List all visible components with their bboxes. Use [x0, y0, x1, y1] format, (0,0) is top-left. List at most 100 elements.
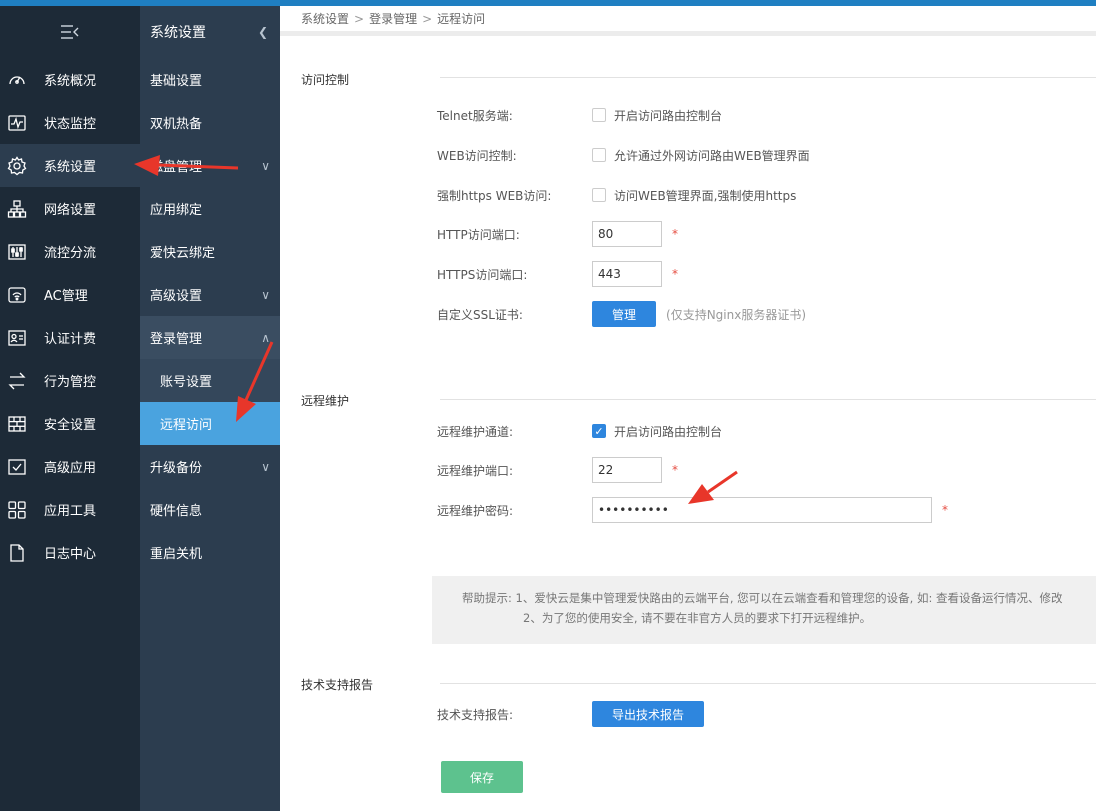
swap-arrows-icon	[6, 370, 28, 392]
force-https-label: 强制https WEB访问:	[437, 188, 552, 203]
telnet-checkbox-text: 开启访问路由控制台	[614, 108, 723, 123]
submenu-sub-remote-access[interactable]: 远程访问	[140, 402, 280, 445]
submenu-item-app-binding[interactable]: 应用绑定	[140, 187, 280, 230]
breadcrumb-item[interactable]: 系统设置	[301, 10, 349, 27]
row-remote-channel: 远程维护通道: ✓ 开启访问路由控制台	[437, 417, 722, 445]
force-https-checkbox[interactable]	[592, 188, 606, 202]
monitor-pulse-icon	[6, 112, 28, 134]
help-line-2: 2、为了您的使用安全, 请不要在非官方人员的要求下打开远程维护。	[523, 611, 872, 625]
row-web-access: WEB访问控制: 允许通过外网访问路由WEB管理界面	[437, 141, 810, 169]
force-https-checkbox-text: 访问WEB管理界面,强制使用https	[614, 188, 797, 203]
sidebar-item-log-center[interactable]: 日志中心	[0, 531, 140, 574]
remote-channel-checkbox[interactable]: ✓	[592, 424, 606, 438]
submenu-item-login-management[interactable]: 登录管理 ∧	[140, 316, 280, 359]
sidebar-item-flow-control[interactable]: 流控分流	[0, 230, 140, 273]
sidebar-item-status[interactable]: 状态监控	[0, 101, 140, 144]
gear-icon	[6, 155, 28, 177]
export-report-button[interactable]: 导出技术报告	[592, 701, 705, 727]
row-remote-password: 远程维护密码: •••••••••• *	[437, 496, 948, 524]
breadcrumb-item[interactable]: 登录管理	[369, 10, 417, 27]
network-topology-icon	[6, 198, 28, 220]
ssl-hint: (仅支持Nginx服务器证书)	[666, 307, 807, 322]
submenu-item-label: 升级备份	[150, 461, 203, 476]
submenu-item-label: 双机热备	[150, 117, 203, 132]
submenu-item-label: 磁盘管理	[150, 160, 203, 175]
row-telnet: Telnet服务端: 开启访问路由控制台	[437, 101, 722, 129]
submenu-item-basic[interactable]: 基础设置	[140, 58, 280, 101]
sidebar-item-system-settings[interactable]: 系统设置	[0, 144, 140, 187]
breadcrumb-item: 远程访问	[437, 12, 486, 26]
document-icon	[6, 542, 28, 564]
remote-channel-label: 远程维护通道:	[437, 424, 514, 439]
https-port-input[interactable]: 443	[592, 261, 662, 287]
submenu-item-disk[interactable]: 磁盘管理 ∨	[140, 144, 280, 187]
sidebar-item-overview[interactable]: 系统概况	[0, 58, 140, 101]
submenu-item-upgrade-backup[interactable]: 升级备份 ∨	[140, 445, 280, 488]
submenu-item-label: 硬件信息	[150, 504, 203, 519]
remote-port-input[interactable]: 22	[592, 457, 662, 483]
breadcrumb: 系统设置 > 登录管理 > 远程访问	[280, 6, 1096, 36]
dashboard-gauge-icon	[6, 69, 28, 91]
wifi-router-icon	[6, 284, 28, 306]
sidebar-item-network[interactable]: 网络设置	[0, 187, 140, 230]
sliders-icon	[6, 241, 28, 263]
section-title-support: 技术支持报告	[301, 678, 374, 692]
section-divider	[440, 399, 1096, 400]
https-port-label: HTTPS访问端口:	[437, 267, 528, 282]
submenu-item-reboot[interactable]: 重启关机	[140, 531, 280, 574]
menu-collapse-toggle[interactable]	[0, 6, 140, 58]
collapse-menu-icon	[61, 25, 79, 39]
remote-password-input[interactable]: ••••••••••	[592, 497, 932, 523]
submenu-item-hardware[interactable]: 硬件信息	[140, 488, 280, 531]
primary-sidebar: 系统概况 状态监控 系统设置 网络设置 流控分流 AC管理 认证计费 行为管控 …	[0, 6, 140, 811]
required-mark: *	[672, 267, 678, 281]
submenu-item-ha[interactable]: 双机热备	[140, 101, 280, 144]
sidebar-item-ac-management[interactable]: AC管理	[0, 273, 140, 316]
submenu-item-label: 爱快云绑定	[150, 246, 216, 261]
chevron-down-icon: ∨	[261, 459, 270, 474]
sidebar-item-security[interactable]: 安全设置	[0, 402, 140, 445]
submenu-sub-label: 远程访问	[160, 418, 213, 433]
submenu-item-advanced[interactable]: 高级设置 ∨	[140, 273, 280, 316]
submenu-title: 系统设置	[150, 25, 206, 41]
main-content: 系统设置 > 登录管理 > 远程访问 访问控制 Telnet服务端: 开启访问路由控…	[280, 6, 1096, 811]
row-ssl-cert: 自定义SSL证书: 管理 (仅支持Nginx服务器证书)	[437, 300, 806, 328]
submenu-header: 系统设置 ❮	[140, 6, 280, 58]
checklist-icon	[6, 456, 28, 478]
submenu-sub-label: 账号设置	[160, 375, 213, 390]
secondary-sidebar: 系统设置 ❮ 基础设置 双机热备 磁盘管理 ∨ 应用绑定 爱快云绑定 高级设置 ∨ …	[140, 6, 280, 811]
ssl-cert-label: 自定义SSL证书:	[437, 307, 523, 322]
telnet-checkbox[interactable]	[592, 108, 606, 122]
help-tips-box: 帮助提示: 1、爱快云是集中管理爱快路由的云端平台, 您可以在云端查看和管理您的…	[432, 576, 1096, 644]
telnet-label: Telnet服务端:	[437, 108, 513, 123]
chevron-down-icon: ∨	[261, 287, 270, 302]
firewall-icon	[6, 413, 28, 435]
row-support-report: 技术支持报告: 导出技术报告	[437, 700, 705, 728]
sidebar-item-auth-billing[interactable]: 认证计费	[0, 316, 140, 359]
submenu-item-label: 登录管理	[150, 332, 203, 347]
submenu-sub-account[interactable]: 账号设置	[140, 359, 280, 402]
row-https-port: HTTPS访问端口: 443 *	[437, 260, 678, 288]
required-mark: *	[672, 227, 678, 241]
web-access-checkbox[interactable]	[592, 148, 606, 162]
http-port-label: HTTP访问端口:	[437, 227, 520, 242]
remote-port-label: 远程维护端口:	[437, 463, 514, 478]
submenu-item-cloud-binding[interactable]: 爱快云绑定	[140, 230, 280, 273]
sidebar-item-advanced-apps[interactable]: 高级应用	[0, 445, 140, 488]
required-mark: *	[672, 463, 678, 477]
save-button[interactable]: 保存	[441, 761, 523, 793]
ssl-manage-button[interactable]: 管理	[592, 301, 657, 327]
http-port-input[interactable]: 80	[592, 221, 662, 247]
sidebar-item-behavior-control[interactable]: 行为管控	[0, 359, 140, 402]
web-access-checkbox-text: 允许通过外网访问路由WEB管理界面	[614, 148, 810, 163]
chevron-left-icon[interactable]: ❮	[258, 25, 268, 39]
submenu-item-label: 重启关机	[150, 547, 203, 562]
apps-grid-icon	[6, 499, 28, 521]
section-title-remote: 远程维护	[301, 394, 350, 408]
id-card-icon	[6, 327, 28, 349]
sidebar-item-app-tools[interactable]: 应用工具	[0, 488, 140, 531]
section-title-access: 访问控制	[301, 73, 350, 87]
remote-channel-checkbox-text: 开启访问路由控制台	[614, 424, 723, 439]
section-divider	[440, 77, 1096, 78]
remote-password-label: 远程维护密码:	[437, 503, 514, 518]
